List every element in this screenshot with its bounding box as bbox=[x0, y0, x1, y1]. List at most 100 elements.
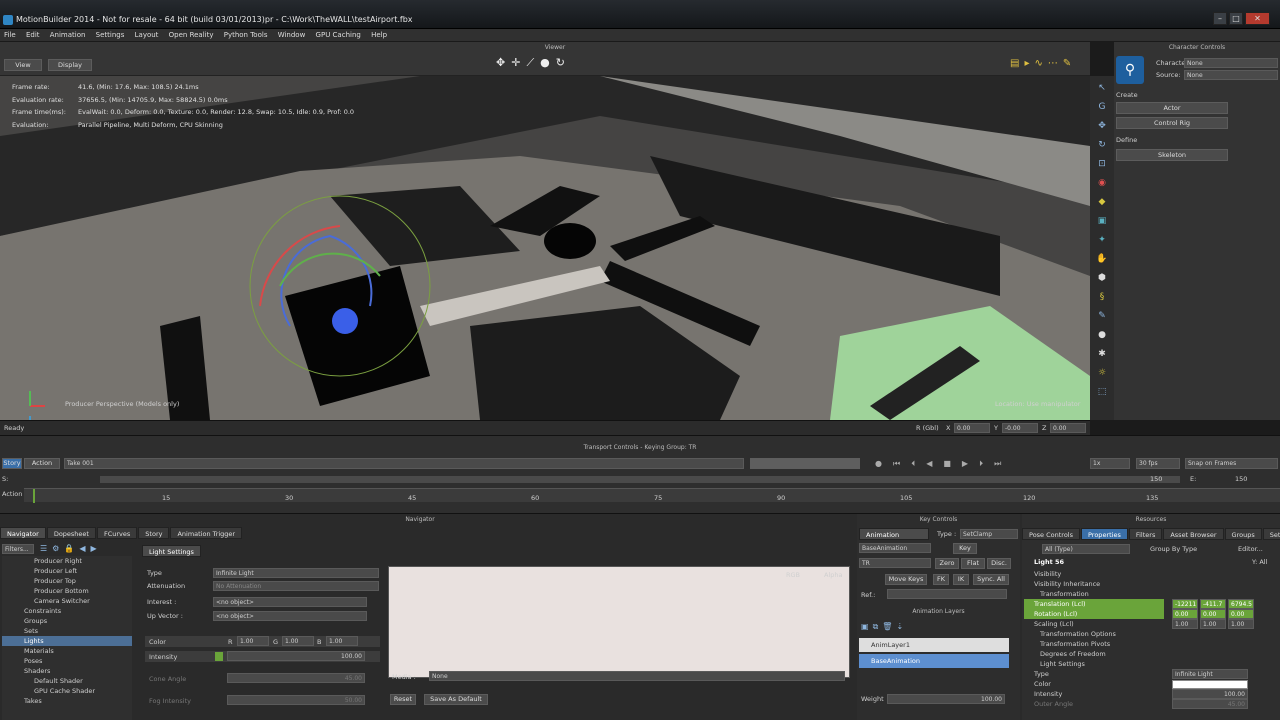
tree-item[interactable]: Producer Bottom bbox=[2, 586, 132, 596]
cursor-icon[interactable]: ▸ bbox=[1024, 58, 1034, 69]
upvector-field[interactable]: <no object> bbox=[213, 611, 367, 621]
camera-icon[interactable]: ▤ bbox=[1010, 58, 1024, 69]
menu-window[interactable]: Window bbox=[274, 29, 310, 42]
take-select[interactable]: Take 001 bbox=[64, 458, 744, 469]
tab-properties[interactable]: Properties bbox=[1081, 528, 1128, 540]
range-slider[interactable] bbox=[100, 476, 1180, 483]
media-select[interactable]: None bbox=[429, 671, 845, 681]
keyframe-icon[interactable]: ◆ bbox=[1096, 196, 1109, 209]
menu-help[interactable]: Help bbox=[367, 29, 391, 42]
prop-group[interactable]: Transformation Options bbox=[1024, 629, 1254, 639]
tree-item[interactable]: Constraints bbox=[2, 606, 132, 616]
flat-button[interactable]: Flat bbox=[961, 558, 985, 569]
tree-item[interactable]: GPU Cache Shader bbox=[2, 686, 132, 696]
forward-icon[interactable]: ▶ bbox=[90, 544, 101, 553]
stop-icon[interactable]: ■ bbox=[943, 459, 962, 468]
layer-row-selected[interactable]: BaseAnimation bbox=[859, 654, 1009, 668]
scale-icon[interactable]: ⟋ bbox=[526, 56, 540, 69]
fk-button[interactable]: FK bbox=[933, 574, 949, 585]
rotation-z[interactable]: 0.00 bbox=[1228, 609, 1254, 619]
record-icon[interactable]: ● bbox=[875, 459, 893, 468]
pin-icon[interactable]: ◉ bbox=[1096, 177, 1109, 190]
tab-story[interactable]: Story bbox=[138, 527, 170, 539]
prop-row[interactable]: Visibility bbox=[1024, 569, 1254, 579]
coords-mode[interactable]: R (Gbl) bbox=[916, 424, 939, 432]
prop-group[interactable]: Transformation bbox=[1024, 589, 1254, 599]
control-rig-button[interactable]: Control Rig bbox=[1116, 117, 1228, 129]
ik-button[interactable]: IK bbox=[953, 574, 969, 585]
tab-asset-browser[interactable]: Asset Browser bbox=[1163, 528, 1224, 540]
prop-group[interactable]: Degrees of Freedom bbox=[1024, 649, 1254, 659]
view-button[interactable]: View bbox=[4, 59, 42, 71]
translate-icon[interactable]: ✛ bbox=[511, 56, 526, 69]
menu-animation[interactable]: Animation bbox=[46, 29, 90, 42]
tab-navigator[interactable]: Navigator bbox=[0, 527, 46, 539]
key-toggle[interactable] bbox=[215, 652, 223, 661]
menu-gpu-caching[interactable]: GPU Caching bbox=[312, 29, 365, 42]
translation-x[interactable]: -12211 bbox=[1172, 599, 1198, 609]
light-type-select[interactable]: Infinite Light bbox=[213, 568, 379, 578]
tree-item[interactable]: Shaders bbox=[2, 666, 132, 676]
editor-button[interactable]: Editor... bbox=[1238, 545, 1263, 553]
keying-group-select[interactable]: TR bbox=[859, 558, 931, 568]
menu-file[interactable]: File bbox=[0, 29, 20, 42]
tab-filters[interactable]: Filters bbox=[1128, 528, 1163, 540]
tree-item[interactable]: Producer Left bbox=[2, 566, 132, 576]
alpha-label[interactable]: Alpha bbox=[824, 571, 842, 579]
speed-select[interactable]: 1x bbox=[1090, 458, 1130, 469]
sun-icon[interactable]: ☼ bbox=[1096, 367, 1109, 380]
menu-python-tools[interactable]: Python Tools bbox=[220, 29, 272, 42]
weight-field[interactable]: 100.00 bbox=[887, 694, 1005, 704]
key-button[interactable]: Key bbox=[953, 543, 977, 554]
frame-icon[interactable]: ⬚ bbox=[1096, 386, 1109, 399]
color-b-field[interactable]: 1.00 bbox=[326, 636, 358, 646]
light-icon[interactable]: ✦ bbox=[1096, 234, 1109, 247]
end-value[interactable]: 150 bbox=[1150, 475, 1162, 483]
rotate-icon[interactable]: ↻ bbox=[1096, 139, 1109, 152]
layer-icon[interactable]: ▣ bbox=[1096, 215, 1109, 228]
snap-select[interactable]: Snap on Frames bbox=[1185, 458, 1278, 469]
tab-pose-controls[interactable]: Pose Controls bbox=[1022, 528, 1080, 540]
play-icon[interactable]: ▶ bbox=[962, 459, 979, 468]
zero-button[interactable]: Zero bbox=[935, 558, 959, 569]
scaling-x[interactable]: 1.00 bbox=[1172, 619, 1198, 629]
prop-group[interactable]: Light Settings bbox=[1024, 659, 1254, 669]
scene-tree[interactable]: Producer Right Producer Left Producer To… bbox=[2, 556, 132, 720]
x-field[interactable]: 0.00 bbox=[954, 423, 990, 433]
reset-button[interactable]: Reset bbox=[390, 694, 416, 705]
layer-select[interactable]: BaseAnimation bbox=[859, 543, 931, 553]
group-by-select[interactable]: Group By Type bbox=[1150, 545, 1197, 553]
action-button[interactable]: Action bbox=[24, 458, 60, 469]
menu-settings[interactable]: Settings bbox=[92, 29, 129, 42]
key-type-select[interactable]: SetClamp bbox=[960, 529, 1018, 539]
tree-item[interactable]: Sets bbox=[2, 626, 132, 636]
interest-field[interactable]: <no object> bbox=[213, 597, 367, 607]
source-select[interactable]: None bbox=[1184, 70, 1278, 80]
star-icon[interactable]: ✱ bbox=[1096, 348, 1109, 361]
minimize-icon[interactable]: – bbox=[1213, 12, 1227, 25]
tree-item[interactable]: Producer Top bbox=[2, 576, 132, 586]
color-g-field[interactable]: 1.00 bbox=[282, 636, 314, 646]
menu-edit[interactable]: Edit bbox=[22, 29, 44, 42]
timeline-ruler[interactable]: 15 30 45 60 75 90 105 120 135 bbox=[24, 488, 1280, 503]
end-frame[interactable]: 150 bbox=[1235, 475, 1247, 483]
tree-item[interactable]: Producer Right bbox=[2, 556, 132, 566]
sync-all-button[interactable]: Sync. All bbox=[973, 574, 1009, 585]
link-icon[interactable]: § bbox=[1096, 291, 1109, 304]
transform-icon[interactable]: ✥ bbox=[496, 56, 511, 69]
snap-icon[interactable]: ⋯ bbox=[1048, 58, 1063, 69]
intensity-field[interactable]: 100.00 bbox=[227, 651, 365, 661]
character-select[interactable]: None bbox=[1184, 58, 1278, 68]
filters-button[interactable]: Filters... bbox=[2, 544, 34, 554]
select-icon[interactable]: ● bbox=[540, 56, 556, 69]
scaling-y[interactable]: 1.00 bbox=[1200, 619, 1226, 629]
cone-angle-field[interactable]: 45.00 bbox=[227, 673, 365, 683]
intensity-value[interactable]: 100.00 bbox=[1172, 689, 1248, 699]
global-icon[interactable]: G bbox=[1096, 101, 1109, 114]
prop-row-keyed[interactable]: Rotation (Lcl) bbox=[1024, 609, 1164, 619]
time-cursor[interactable] bbox=[33, 489, 35, 503]
tree-item[interactable]: Poses bbox=[2, 656, 132, 666]
color-r-field[interactable]: 1.00 bbox=[237, 636, 269, 646]
brush-icon[interactable]: ✎ bbox=[1096, 310, 1109, 323]
tree-item[interactable]: Materials bbox=[2, 646, 132, 656]
